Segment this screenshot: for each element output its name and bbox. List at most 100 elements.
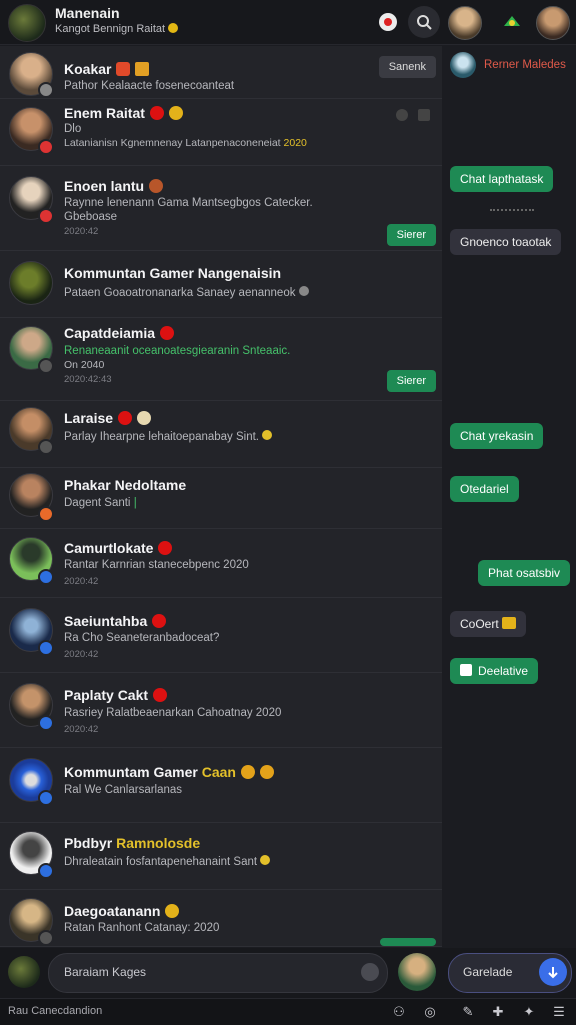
chat-row[interactable]: Koakar Pathor Kealaacte fosenecoanteat S… — [0, 46, 442, 99]
chat-row[interactable]: Pbdbyr Ramnolosde Dhraleatain fosfantape… — [0, 823, 442, 890]
timestamp: 2020:42 — [64, 649, 99, 660]
chat-name: Laraise — [64, 410, 152, 426]
chat-bubble[interactable]: Gnoenco toaotak — [450, 229, 562, 255]
panel-avatar[interactable] — [450, 52, 476, 78]
chat-name: Kommuntam Gamer Caan — [64, 764, 274, 780]
chat-message: Raynne lenenann Gama Mantsegbgos Catecke… — [64, 197, 313, 209]
chat-message: Parlay Ihearpne lehaitoepanabay Sint. — [64, 430, 273, 443]
chat-row[interactable]: Daegoatanann Ratan Ranhont Catanay: 2020 — [0, 890, 442, 947]
status-badge — [38, 790, 54, 806]
chat-bubble[interactable]: Otedariel — [450, 476, 519, 502]
user-avatar[interactable] — [536, 6, 570, 40]
chat-message-link: Latanianisn Kgnemnenay Latanpenaconeneia… — [64, 137, 307, 149]
status-badge — [38, 358, 54, 374]
add-user-icon[interactable]: ✚ — [489, 1003, 507, 1021]
contact-avatar[interactable] — [398, 953, 436, 991]
composer-avatar[interactable] — [8, 956, 40, 988]
chat-row[interactable]: Saeiuntahba Ra Cho Seaneteranbadoceat? 2… — [0, 598, 442, 673]
status-badge — [38, 715, 54, 731]
timestamp: 2020:42 — [64, 724, 99, 735]
typing-indicator — [490, 209, 534, 213]
chat-message: Rantar Karnrian stanecebpenc 2020 — [64, 559, 249, 571]
app-subtitle: Kangot Bennign Raitat — [55, 23, 179, 35]
menu-icon[interactable]: ☰ — [550, 1003, 568, 1021]
chat-message: Rasriey Ralatbeaenarkan Cahoatnay 2020 — [64, 707, 282, 719]
chat-bubble[interactable]: Chat yrekasin — [450, 423, 544, 449]
chat-name: Koakar — [64, 61, 150, 77]
timestamp: 2020:42 — [64, 576, 99, 587]
chat-name: Pbdbyr Ramnolosde — [64, 835, 201, 851]
settings-icon[interactable]: ✦ — [520, 1003, 538, 1021]
chat-message: Ratan Ranhont Catanay: 2020 — [64, 922, 220, 934]
chat-row[interactable]: Enoen lantu Raynne lenenann Gama Mantseg… — [0, 166, 442, 251]
status-badge — [38, 863, 54, 879]
pin-icon[interactable] — [396, 109, 408, 121]
status-badge — [38, 930, 54, 946]
action-button[interactable]: Sierer — [386, 370, 436, 392]
chat-name: Daegoatanann — [64, 903, 180, 919]
more-icon[interactable] — [418, 109, 430, 121]
action-button[interactable] — [380, 938, 436, 946]
chat-message: Pathor Kealaacte fosenecoanteat — [64, 80, 235, 92]
status-badge — [38, 208, 54, 224]
status-badge — [38, 82, 54, 98]
status-badge — [38, 506, 54, 522]
chat-message-date: On 2040 — [64, 359, 105, 371]
chat-row[interactable]: Laraise Parlay Ihearpne lehaitoepanabay … — [0, 401, 442, 468]
app-avatar[interactable] — [8, 4, 46, 42]
chat-name: Kommuntan Gamer Nangenaisin — [64, 265, 282, 281]
chat-message: Dlo — [64, 123, 82, 135]
chat-message: Renaneaanit oceanoatesgiearanin Snteaaic… — [64, 345, 291, 357]
status-badge — [38, 569, 54, 585]
search-icon[interactable] — [408, 6, 440, 38]
top-bar: Manenain Kangot Bennign Raitat — [0, 0, 576, 45]
chat-row[interactable]: Capatdeiamia Renaneaanit oceanoatesgiear… — [0, 318, 442, 401]
chat-bubble[interactable]: Chat lapthatask — [450, 166, 554, 192]
game-icon[interactable] — [496, 6, 528, 38]
chat-row[interactable]: Kommuntan Gamer Nangenaisin Pataen Goaoa… — [0, 251, 442, 318]
chat-icon[interactable]: ◎ — [421, 1003, 439, 1021]
avatar — [9, 261, 53, 305]
chat-name: Capatdeiamia — [64, 325, 175, 341]
people-icon[interactable]: ⚇ — [390, 1003, 408, 1021]
chat-list: Koakar Pathor Kealaacte fosenecoanteat S… — [0, 46, 442, 947]
status-badge — [38, 640, 54, 656]
status-badge — [38, 139, 54, 155]
chat-message: Dhraleatain fosfantapenehanaint Sant — [64, 855, 271, 868]
message-input[interactable]: Baraiam Kages — [48, 953, 388, 993]
chat-row[interactable]: Kommuntam Gamer Caan Ral We Canlarsarlan… — [0, 748, 442, 823]
send-icon[interactable] — [539, 958, 567, 986]
profile-avatar[interactable] — [448, 6, 482, 40]
app-title: Manenain — [55, 5, 120, 21]
chat-message: Dagent Santi | — [64, 497, 137, 509]
composer: Baraiam Kages Garelade — [0, 948, 576, 998]
panel-header: Rerner Maledes — [484, 59, 566, 71]
chat-name: Phakar Nedoltame — [64, 477, 187, 493]
chat-row[interactable]: Paplaty Cakt Rasriey Ralatbeaenarkan Cah… — [0, 673, 442, 748]
chat-bubble[interactable]: Phat osatsbiv — [478, 560, 571, 586]
chat-message: Pataen Goaoatronanarka Sanaey aenanneok — [64, 286, 309, 299]
chat-message: Ral We Canlarsarlanas — [64, 784, 183, 796]
chat-name: Camurtlokate — [64, 540, 173, 556]
chat-name: Saeiuntahba — [64, 613, 167, 629]
footer-bar: Rau Canecdandion ⚇ ◎ ✎ ✚ ✦ ☰ — [0, 998, 576, 1025]
emoji-icon[interactable] — [361, 963, 379, 981]
chat-name: Enem Raitat — [64, 105, 183, 121]
right-panel: Rerner Maledes Chat lapthatask Gnoenco t… — [444, 46, 576, 946]
timestamp: 2020:42 — [64, 226, 99, 237]
chat-bubble[interactable]: CoOert — [450, 611, 527, 637]
chat-row[interactable]: Phakar Nedoltame Dagent Santi | — [0, 468, 442, 529]
status-badge — [38, 439, 54, 455]
chat-row[interactable]: Enem Raitat Dlo Latanianisn Kgnemnenay L… — [0, 99, 442, 166]
action-button[interactable]: Sanenk — [378, 56, 436, 78]
chat-message-link: Gbeboase — [64, 211, 118, 223]
chat-bubble[interactable]: Deelative — [450, 658, 539, 684]
chat-message: Ra Cho Seaneteranbadoceat? — [64, 632, 220, 644]
edit-icon[interactable]: ✎ — [459, 1003, 477, 1021]
timestamp: 2020:42:43 — [64, 374, 112, 385]
reply-input[interactable]: Garelade — [448, 953, 572, 993]
chat-row[interactable]: Camurtlokate Rantar Karnrian stanecebpen… — [0, 529, 442, 598]
notification-icon[interactable] — [372, 6, 404, 38]
action-button[interactable]: Sierer — [386, 224, 436, 246]
chat-name: Enoen lantu — [64, 178, 164, 194]
